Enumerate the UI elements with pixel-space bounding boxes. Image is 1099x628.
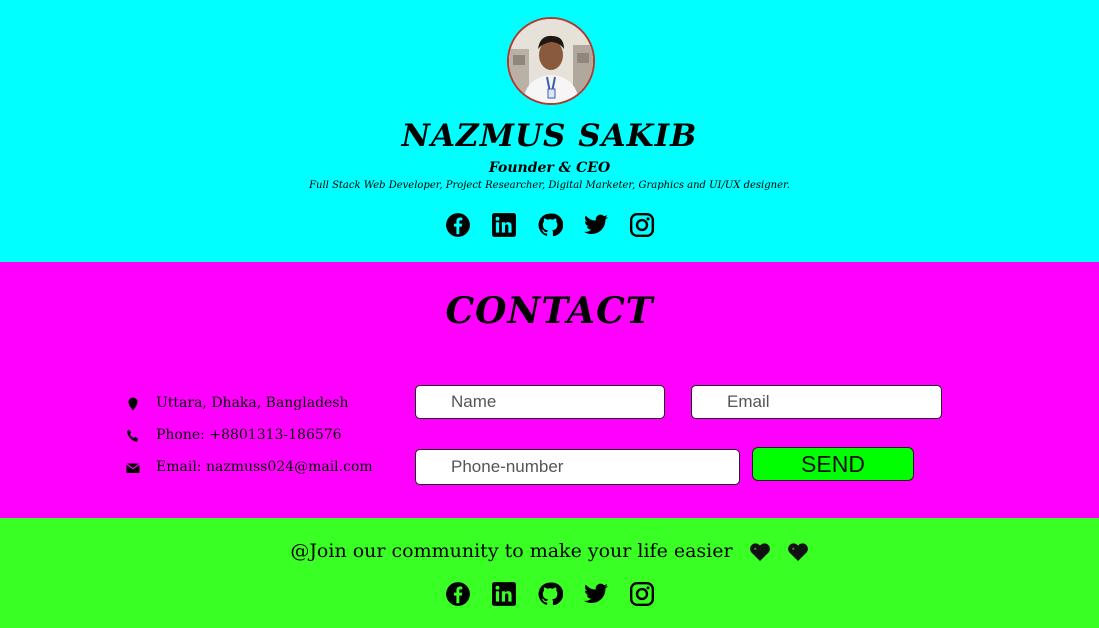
github-icon[interactable] (537, 581, 563, 607)
twitter-icon[interactable] (583, 212, 609, 238)
name-input[interactable] (415, 385, 665, 419)
profile-name: NAZMUS SAKIB (401, 118, 698, 154)
facebook-icon[interactable] (445, 212, 471, 238)
black-heart-icon (749, 543, 770, 561)
phone-icon (126, 429, 139, 442)
contact-section: CONTACT Uttara, Dhaka, Bangladesh Phone:… (0, 262, 1099, 518)
black-heart-icon (787, 543, 808, 561)
instagram-icon[interactable] (629, 212, 655, 238)
github-icon[interactable] (537, 212, 563, 238)
send-button[interactable]: SEND (752, 447, 914, 481)
footer-section: @Join our community to make your life ea… (0, 518, 1099, 628)
linkedin-icon[interactable] (491, 581, 517, 607)
email-input[interactable] (691, 385, 942, 419)
envelope-icon (126, 463, 140, 473)
join-community: @Join our community to make your life ea… (0, 540, 1099, 562)
linkedin-icon[interactable] (491, 212, 517, 238)
avatar (507, 17, 595, 105)
email-text: Email: nazmuss024@mail.com (156, 459, 373, 475)
instagram-icon[interactable] (629, 581, 655, 607)
profile-role: Founder & CEO (488, 160, 611, 176)
twitter-icon[interactable] (583, 581, 609, 607)
map-marker-icon (128, 397, 138, 411)
phone-text: Phone: +8801313-186576 (156, 427, 342, 443)
phone-input[interactable] (415, 449, 740, 485)
contact-title: CONTACT (445, 290, 654, 332)
hero-social-links (0, 212, 1099, 238)
address-text: Uttara, Dhaka, Bangladesh (156, 395, 349, 411)
join-text: @Join our community to make your life ea… (290, 540, 733, 562)
profile-description: Full Stack Web Developer, Project Resear… (309, 180, 790, 191)
facebook-icon[interactable] (445, 581, 471, 607)
footer-social-links (0, 581, 1099, 607)
hero-section: NAZMUS SAKIB Founder & CEO Full Stack We… (0, 0, 1099, 262)
